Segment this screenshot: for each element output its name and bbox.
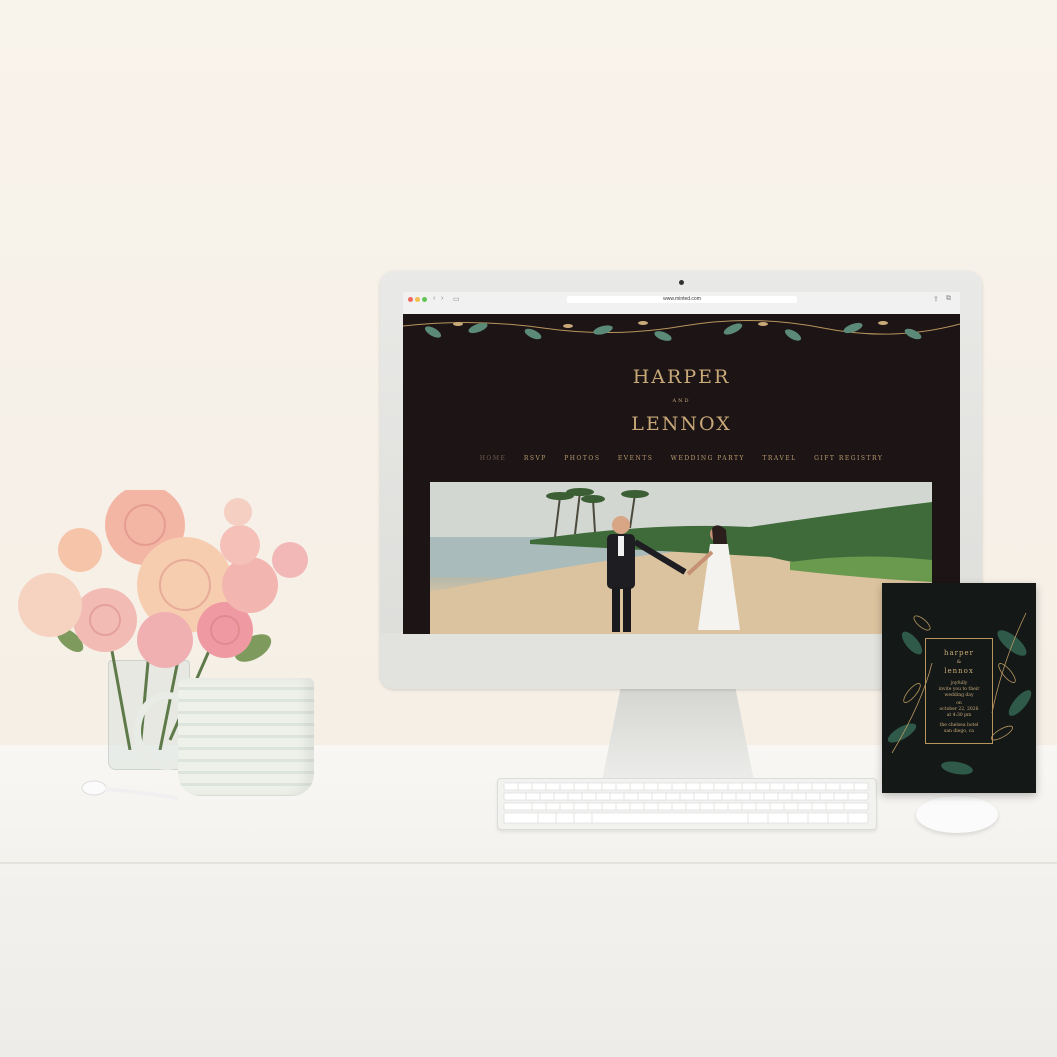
invitation-card: harper & lennox joyfully invite you to t… [882,583,1036,793]
invite-line-joyfully: joyfully [950,681,968,686]
nav-travel[interactable]: TRAVEL [762,455,796,462]
invite-time: at 4:30 pm [946,713,972,718]
share-icon[interactable]: ⇪ [933,295,939,303]
invite-line-invite: invite you to their [938,687,980,692]
desk-edge [0,862,1057,864]
leaf-garland-banner [403,314,960,348]
couple-name-bottom: LENNOX [631,413,732,435]
hero-photo [430,482,932,634]
keyboard[interactable] [497,778,877,830]
nav-wedding-party[interactable]: WEDDING PARTY [671,455,745,462]
couple-name-top: HARPER [632,366,731,388]
nav-rsvp[interactable]: RSVP [524,455,547,462]
sidebar-icon[interactable]: ▭ [453,295,460,303]
back-icon[interactable]: ‹ [433,295,435,302]
white-spoon [81,780,179,800]
camera-dot [679,280,684,285]
garland-illustration [403,320,960,341]
invite-ampersand: & [956,659,962,665]
maximize-window-dot[interactable] [422,297,427,302]
name-conjunction: AND [672,398,691,404]
nav-events[interactable]: EVENTS [618,455,653,462]
nav-photos[interactable]: PHOTOS [564,455,600,462]
invite-venue: the chelsea hotel [939,723,979,728]
keyboard-keys [503,782,869,824]
invite-name-lennox: lennox [944,667,974,675]
browser-toolbar: ‹ › ▭ www.minted.com ⇪ ⧉ [403,292,960,315]
tabs-icon[interactable]: ⧉ [946,295,951,303]
invite-line-on: on [956,701,962,706]
nav-home[interactable]: HOME [480,455,507,462]
magic-mouse[interactable] [916,796,998,833]
url-bar[interactable]: www.minted.com [567,296,797,303]
invite-name-harper: harper [944,649,974,657]
nav-gift-registry[interactable]: GIFT REGISTRY [814,455,883,462]
minimize-window-dot[interactable] [415,297,420,302]
monitor-screen: ‹ › ▭ www.minted.com ⇪ ⧉ HARPER AND LENN… [403,292,960,634]
striped-mug [178,678,314,796]
close-window-dot[interactable] [408,297,413,302]
site-navigation: HOME RSVP PHOTOS EVENTS WEDDING PARTY TR… [403,455,960,462]
invite-city: san diego, ca [944,729,974,734]
beach-couple-image [430,482,932,634]
invite-line-wedding-day: wedding day [944,693,974,698]
invite-date: october 22, 2026 [939,707,979,712]
forward-icon[interactable]: › [441,295,443,302]
